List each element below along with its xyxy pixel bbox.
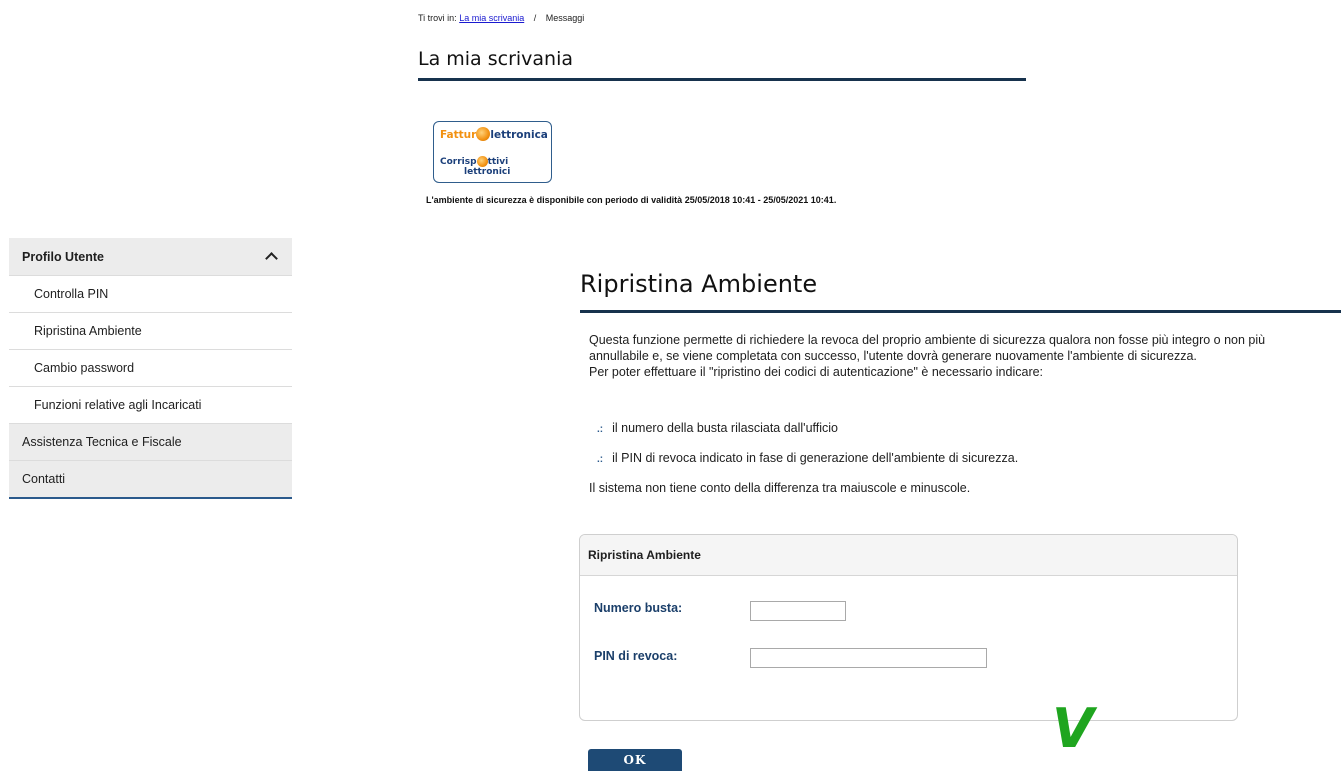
breadcrumb-separator: / xyxy=(533,13,537,23)
fatturazione-elettronica-logo[interactable]: Fattur lettronica Corrisp ttivi lettronici xyxy=(433,121,552,183)
logo-line-fattura: Fattur lettronica xyxy=(440,127,548,141)
sidebar-item-label: Assistenza Tecnica e Fiscale xyxy=(22,435,182,449)
title-divider xyxy=(418,78,1026,81)
case-note: Il sistema non tiene conto della differe… xyxy=(589,481,971,495)
intro-line: Questa funzione permette di richiedere l… xyxy=(589,333,1266,347)
breadcrumb: Ti trovi in: La mia scrivania / Messaggi xyxy=(418,13,584,23)
list-item: .: il PIN di revoca indicato in fase di g… xyxy=(597,451,1019,465)
panel-title: Ripristina Ambiente xyxy=(580,535,1237,576)
pin-revoca-input[interactable] xyxy=(750,648,987,668)
sidebar-section-label: Profilo Utente xyxy=(22,249,104,264)
sidebar-item-ripristina-ambiente[interactable]: Ripristina Ambiente xyxy=(9,312,292,349)
header-block: Ti trovi in: La mia scrivania / Messaggi… xyxy=(408,0,1028,236)
logo-e-icon xyxy=(476,127,491,141)
intro-line: annullabile e, se viene completata con s… xyxy=(589,349,1197,363)
breadcrumb-prefix: Ti trovi in: xyxy=(418,13,457,23)
breadcrumb-link-scrivania[interactable]: La mia scrivania xyxy=(459,13,524,23)
bullet-icon: .: xyxy=(597,424,604,435)
sidebar-item-controlla-pin[interactable]: Controlla PIN xyxy=(9,275,292,312)
sidebar-item-contatti[interactable]: Contatti xyxy=(9,460,292,497)
sidebar-section-profilo-utente[interactable]: Profilo Utente xyxy=(9,238,292,275)
main-title: Ripristina Ambiente xyxy=(580,270,818,298)
intro-line: Per poter effettuare il "ripristino dei … xyxy=(589,365,1044,379)
logo-e-icon-2 xyxy=(476,156,488,167)
sidebar-item-label: Ripristina Ambiente xyxy=(34,324,142,338)
ok-button[interactable]: OK xyxy=(588,749,682,771)
numero-busta-label: Numero busta: xyxy=(594,601,683,615)
ripristina-form-panel: Ripristina Ambiente Numero busta: PIN di… xyxy=(579,534,1238,721)
sidebar-item-funzioni-incaricati[interactable]: Funzioni relative agli Incaricati xyxy=(9,386,292,423)
pin-revoca-label: PIN di revoca: xyxy=(594,649,678,663)
sidebar: Profilo Utente Controlla PIN Ripristina … xyxy=(9,238,292,499)
page-title: La mia scrivania xyxy=(418,48,574,70)
check-mark: V xyxy=(1052,697,1094,760)
main-title-divider xyxy=(580,310,1341,313)
chevron-up-icon xyxy=(265,252,278,265)
bullet-icon: .: xyxy=(597,454,604,465)
sidebar-item-cambio-password[interactable]: Cambio password xyxy=(9,349,292,386)
list-item: .: il numero della busta rilasciata dall'… xyxy=(597,421,838,435)
numero-busta-input[interactable] xyxy=(750,601,846,621)
sidebar-item-label: Funzioni relative agli Incaricati xyxy=(34,398,202,412)
validity-notice: L'ambiente di sicurezza è disponibile co… xyxy=(426,195,837,205)
intro-text: Questa funzione permette di richiedere l… xyxy=(589,332,1341,380)
breadcrumb-current: Messaggi xyxy=(545,13,585,23)
sidebar-item-label: Cambio password xyxy=(34,361,135,375)
logo-line-corrispettivi: Corrisp ttivi lettronici xyxy=(440,156,511,177)
sidebar-item-label: Controlla PIN xyxy=(34,287,109,301)
sidebar-item-label: Contatti xyxy=(22,472,66,486)
sidebar-item-assistenza[interactable]: Assistenza Tecnica e Fiscale xyxy=(9,423,292,460)
